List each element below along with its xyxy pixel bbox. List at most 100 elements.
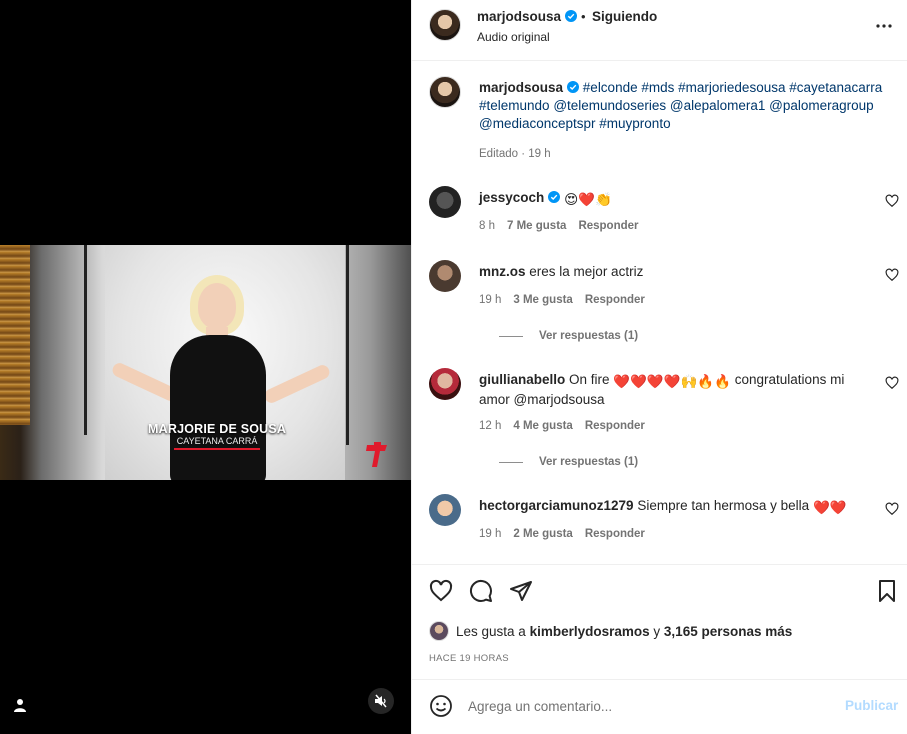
commenter-avatar[interactable] [429, 368, 461, 400]
heart-eyes-emoji: 😍 [564, 192, 579, 207]
verified-badge-icon [548, 191, 561, 203]
comment-likes-count[interactable]: 3 Me gusta [513, 294, 572, 306]
likes-conj: y [653, 623, 661, 639]
caption-username[interactable]: marjodsousa [479, 80, 563, 95]
view-replies-label[interactable]: Ver respuestas (1) [539, 330, 638, 342]
comment-text: mnz.os eres la mejor actriz [479, 263, 864, 281]
replies-line [499, 335, 523, 337]
light-stand [84, 245, 87, 435]
comment-like-heart-icon[interactable] [885, 376, 899, 390]
caption-text: marjodsousa #elconde #mds #marjoriedesou… [479, 79, 899, 133]
comment-meta: 19 h 2 Me gusta Responder [479, 528, 657, 540]
comment-time: 12 h [479, 420, 502, 432]
save-bookmark-icon[interactable] [875, 579, 899, 603]
audio-link[interactable]: Audio original [477, 30, 550, 44]
emoji-smiley-icon[interactable] [429, 694, 453, 718]
studio-lights [0, 245, 30, 425]
reply-button[interactable]: Responder [585, 294, 645, 306]
divider [412, 679, 907, 680]
comment-like-heart-icon[interactable] [885, 268, 899, 282]
publish-button[interactable]: Publicar [845, 698, 898, 713]
light-stand [346, 245, 349, 445]
liker-username[interactable]: kimberlydosramos [530, 624, 650, 639]
comment-time: 19 h [479, 528, 502, 540]
hashtag-link[interactable]: #telemundo [479, 98, 550, 113]
tagged-user-icon[interactable] [12, 697, 28, 713]
more-options-button[interactable] [874, 16, 894, 36]
reply-button[interactable]: Responder [585, 420, 645, 432]
post-header: marjodsousa • Siguiendo Audio original [412, 0, 907, 61]
red-heart-emoji: ❤️ [578, 192, 595, 207]
author-avatar[interactable] [429, 9, 461, 41]
comment-input[interactable] [468, 696, 828, 716]
author-avatar[interactable] [429, 76, 461, 108]
comment-text: giullianabello On fire ❤️❤️❤️❤️🙌🔥🔥 congr… [479, 371, 864, 409]
hashtag-link[interactable]: #muypronto [599, 116, 670, 131]
hashtag-link[interactable]: #mds [641, 80, 674, 95]
comment-text: hectorgarciamunoz1279 Siempre tan hermos… [479, 497, 864, 517]
hashtag-link[interactable]: #marjoriedesousa [678, 80, 785, 95]
like-heart-icon[interactable] [429, 579, 453, 603]
hands-up-emoji: 🙌 [680, 374, 698, 389]
commenter-username[interactable]: hectorgarciamunoz1279 [479, 498, 634, 513]
caption-meta: Editado · 19 h [479, 148, 551, 160]
reply-button[interactable]: Responder [585, 528, 645, 540]
comment-likes-count[interactable]: 4 Me gusta [513, 420, 572, 432]
lower-third-underline [174, 448, 261, 450]
verified-badge-icon [567, 81, 580, 93]
mute-button[interactable] [368, 688, 394, 714]
view-replies-button[interactable]: Ver respuestas (1) [499, 330, 638, 342]
commenter-username[interactable]: giullianabello [479, 372, 565, 387]
mention-link[interactable]: @telemundoseries [553, 98, 666, 113]
comment-body: eres la mejor actriz [529, 264, 644, 279]
liker-avatar[interactable] [429, 621, 449, 641]
view-replies-button[interactable]: Ver respuestas (1) [499, 456, 638, 468]
comment-like-heart-icon[interactable] [885, 502, 899, 516]
verified-badge-icon [565, 10, 578, 22]
fire-emoji: 🔥🔥 [697, 374, 731, 389]
share-paper-plane-icon[interactable] [509, 579, 533, 603]
comment-bubble-icon[interactable] [469, 579, 493, 603]
following-button[interactable]: Siguiendo [592, 9, 657, 24]
mention-link[interactable]: @palomeragroup [769, 98, 874, 113]
post-timestamp[interactable]: HACE 19 HORAS [429, 653, 509, 664]
likes-others[interactable]: 3,165 personas más [664, 624, 792, 639]
author-username-row[interactable]: marjodsousa [477, 9, 578, 24]
view-replies-label[interactable]: Ver respuestas (1) [539, 456, 638, 468]
comment-like-heart-icon[interactable] [885, 194, 899, 208]
commenter-avatar[interactable] [429, 186, 461, 218]
comment-meta: 12 h 4 Me gusta Responder [479, 420, 657, 432]
more-dots-icon [876, 24, 892, 28]
lower-third: MARJORIE DE SOUSA CAYETANA CARRÁ [148, 422, 286, 450]
hashtag-link[interactable]: #cayetanacarra [789, 80, 882, 95]
divider [412, 564, 907, 565]
likes-summary: Les gusta a kimberlydosramos y 3,165 per… [429, 621, 792, 641]
commenter-avatar[interactable] [429, 494, 461, 526]
comment-time: 19 h [479, 294, 502, 306]
comment-time: 8 h [479, 220, 495, 232]
media-panel[interactable]: MARJORIE DE SOUSA CAYETANA CARRÁ [0, 0, 411, 734]
comment-meta: 8 h 7 Me gusta Responder [479, 220, 651, 232]
post-side-panel: marjodsousa • Siguiendo Audio original m… [411, 0, 907, 734]
commenter-username[interactable]: jessycoch [479, 190, 544, 205]
likes-prefix: Les gusta a [456, 623, 526, 639]
person-dress [170, 335, 266, 480]
reply-button[interactable]: Responder [578, 220, 638, 232]
red-heart-emoji: ❤️❤️❤️❤️ [613, 374, 681, 389]
comment-body: Siempre tan hermosa y bella [637, 498, 810, 513]
mention-link[interactable]: @mediaconceptspr [479, 116, 596, 131]
comment-likes-count[interactable]: 2 Me gusta [513, 528, 572, 540]
replies-line [499, 461, 523, 463]
author-username[interactable]: marjodsousa [477, 9, 561, 24]
comment-likes-count[interactable]: 7 Me gusta [507, 220, 566, 232]
person-face [198, 283, 236, 329]
video-player[interactable]: MARJORIE DE SOUSA CAYETANA CARRÁ [0, 245, 411, 480]
header-separator: • [581, 9, 586, 24]
hashtag-link[interactable]: #elconde [583, 80, 638, 95]
comment-meta: 19 h 3 Me gusta Responder [479, 294, 657, 306]
commenter-avatar[interactable] [429, 260, 461, 292]
mention-link[interactable]: @alepalomera1 [670, 98, 766, 113]
commenter-username[interactable]: mnz.os [479, 264, 526, 279]
red-heart-emoji: ❤️❤️ [812, 500, 847, 515]
muted-speaker-icon [375, 694, 387, 708]
